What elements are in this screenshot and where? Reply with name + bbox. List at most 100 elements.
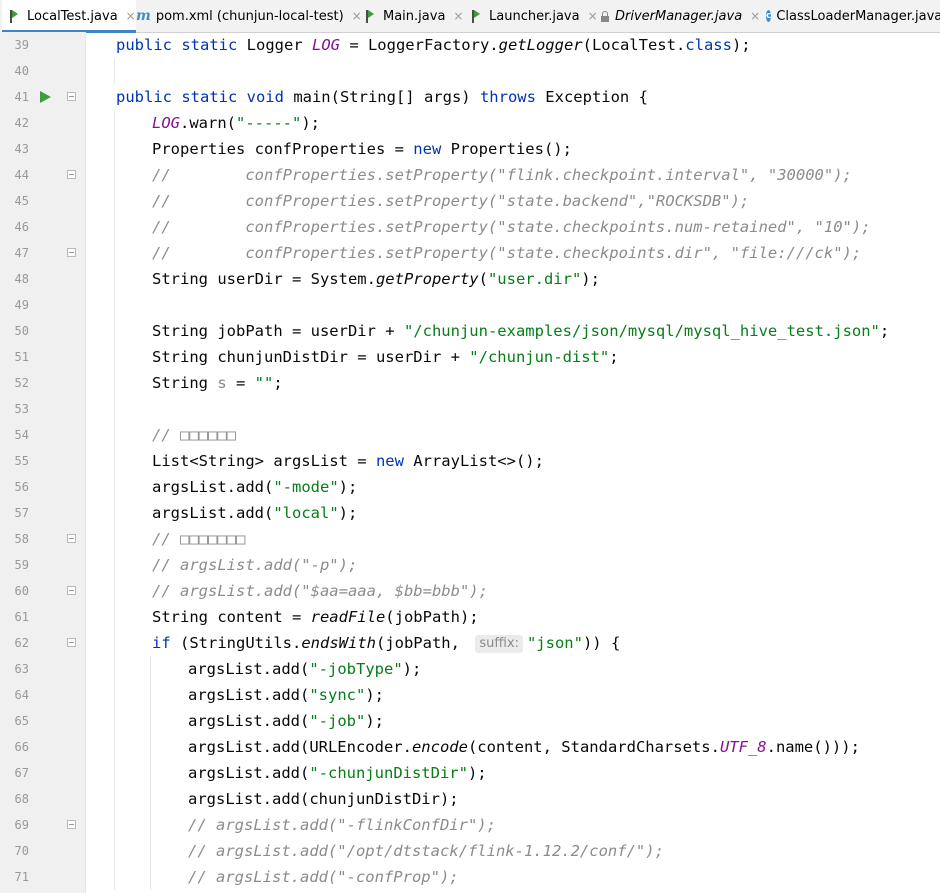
line-number: 64 — [14, 688, 29, 702]
code-text: // argsList.add("$aa=aaa, $bb=bbb"); — [152, 578, 488, 604]
code-text: String jobPath = userDir + "/chunjun-exa… — [152, 318, 889, 344]
code-token: main(String[] args) — [293, 88, 480, 106]
code-line[interactable]: 63 argsList.add("-jobType"); — [0, 656, 940, 682]
code-line[interactable]: 45 // confProperties.setProperty("state.b… — [0, 188, 940, 214]
code-token: // confProperties.setProperty("state.che… — [152, 244, 862, 262]
code-line[interactable]: 44 // confProperties.setProperty("flink.c… — [0, 162, 940, 188]
code-token: LOG — [152, 114, 180, 132]
code-line[interactable]: 48 String userDir = System.getProperty("u… — [0, 266, 940, 292]
code-line[interactable]: 47 // confProperties.setProperty("state.c… — [0, 240, 940, 266]
code-token: ); — [581, 270, 600, 288]
code-line[interactable]: 68 argsList.add(chunjunDistDir); — [0, 786, 940, 812]
indent-guide — [114, 682, 115, 708]
indent-guide — [114, 812, 115, 838]
close-tab-icon[interactable]: × — [453, 9, 463, 23]
code-line[interactable]: 60 // argsList.add("$aa=aaa, $bb=bbb"); — [0, 578, 940, 604]
code-token: ; — [609, 348, 619, 366]
line-number: 61 — [14, 610, 29, 624]
line-number: 59 — [14, 558, 29, 572]
code-line[interactable]: 69 // argsList.add("-flinkConfDir"); — [0, 812, 940, 838]
fold-icon[interactable] — [67, 638, 76, 647]
code-text: // confProperties.setProperty("state.bac… — [152, 188, 749, 214]
tab-launcher-java[interactable]: Launcher.java × — [464, 0, 600, 32]
line-number: 39 — [14, 38, 29, 52]
line-number: 57 — [14, 506, 29, 520]
code-token: Properties(); — [450, 140, 572, 158]
code-line[interactable]: 58 // □□□□□□□ — [0, 526, 940, 552]
java-class-icon — [10, 9, 22, 23]
indent-guide — [150, 786, 151, 812]
run-icon[interactable] — [40, 91, 51, 103]
tab-main-java[interactable]: Main.java × — [358, 0, 472, 32]
code-token: (LocalTest. — [582, 36, 686, 54]
indent-guide — [114, 552, 115, 578]
code-token: LOG — [311, 36, 340, 54]
code-line[interactable]: 55 List<String> argsList = new ArrayList<… — [0, 448, 940, 474]
code-token: ); — [365, 686, 384, 704]
indent-guide — [150, 734, 151, 760]
fold-icon[interactable] — [67, 820, 76, 829]
code-token: (StringUtils. — [180, 634, 302, 652]
line-number: 42 — [14, 116, 29, 130]
code-line[interactable]: 61 String content = readFile(jobPath); — [0, 604, 940, 630]
code-token: encode — [411, 738, 468, 756]
code-line[interactable]: 66 argsList.add(URLEncoder.encode(content… — [0, 734, 940, 760]
tab-label: pom.xml (chunjun-local-test) — [155, 8, 344, 24]
code-line[interactable]: 53 — [0, 396, 940, 422]
code-line[interactable]: 62 if (StringUtils.endsWith(jobPath, suff… — [0, 630, 940, 656]
fold-icon[interactable] — [67, 92, 76, 101]
indent-guide — [114, 630, 115, 656]
code-line[interactable]: 57 argsList.add("local"); — [0, 500, 940, 526]
java-class-icon — [472, 9, 484, 23]
code-line[interactable]: 51 String chunjunDistDir = userDir + "/ch… — [0, 344, 940, 370]
maven-icon: m — [136, 8, 151, 24]
code-line[interactable]: 46 // confProperties.setProperty("state.c… — [0, 214, 940, 240]
code-text: argsList.add("-mode"); — [152, 474, 357, 500]
code-line[interactable]: 42 LOG.warn("-----"); — [0, 110, 940, 136]
tab-localtest-java[interactable]: LocalTest.java × — [2, 0, 136, 33]
fold-icon[interactable] — [67, 534, 76, 543]
tab-pom-xml-chunjun-local-test[interactable]: m pom.xml (chunjun-local-test) × — [128, 0, 366, 32]
tab-label: Launcher.java — [489, 8, 580, 24]
code-line[interactable]: 71 // argsList.add("-confProp"); — [0, 864, 940, 890]
code-line[interactable]: 40 — [0, 58, 940, 84]
code-token: // argsList.add("-flinkConfDir"); — [188, 816, 496, 834]
code-text: argsList.add(chunjunDistDir); — [188, 786, 459, 812]
code-token: ); — [338, 478, 358, 496]
code-line[interactable]: 54 // □□□□□□ — [0, 422, 940, 448]
code-line[interactable]: 64 argsList.add("sync"); — [0, 682, 940, 708]
indent-guide — [114, 318, 115, 344]
code-line[interactable]: 49 — [0, 292, 940, 318]
indent-guide — [114, 500, 115, 526]
code-token: throws — [479, 88, 546, 106]
code-line[interactable]: 52 String s = ""; — [0, 370, 940, 396]
code-line[interactable]: 41 public static void main(String[] args)… — [0, 84, 940, 110]
code-line[interactable]: 50 String jobPath = userDir + "/chunjun-e… — [0, 318, 940, 344]
code-text: // confProperties.setProperty("flink.che… — [152, 162, 852, 188]
line-number: 41 — [14, 90, 29, 104]
fold-icon[interactable] — [67, 248, 76, 257]
code-token: "-chunjunDistDir" — [309, 764, 468, 782]
fold-icon[interactable] — [67, 586, 76, 595]
code-line[interactable]: 56 argsList.add("-mode"); — [0, 474, 940, 500]
tab-classloadermanager-java[interactable]: c ClassLoaderManager.java — [758, 0, 940, 32]
code-line[interactable]: 70 // argsList.add("/opt/dtstack/flink-1.… — [0, 838, 940, 864]
code-token: = — [226, 374, 255, 392]
code-token: endsWith — [301, 634, 376, 652]
code-token: String userDir = System. — [152, 270, 376, 288]
code-line[interactable]: 59 // argsList.add("-p"); — [0, 552, 940, 578]
tab-drivermanager-java[interactable]: DriverManager.java × — [592, 0, 766, 32]
fold-icon[interactable] — [67, 170, 76, 179]
code-line[interactable]: 67 argsList.add("-chunjunDistDir"); — [0, 760, 940, 786]
code-token: ); — [467, 764, 487, 782]
code-line[interactable]: 43 Properties confProperties = new Proper… — [0, 136, 940, 162]
code-line[interactable]: 65 argsList.add("-job"); — [0, 708, 940, 734]
code-editor[interactable]: 39 public static Logger LOG = LoggerFacto… — [0, 32, 940, 893]
code-text: argsList.add(URLEncoder.encode(content, … — [188, 734, 860, 760]
code-token: // argsList.add("-p"); — [152, 556, 358, 574]
code-token: "-----" — [236, 114, 302, 132]
indent-guide — [114, 864, 115, 890]
code-token: // confProperties.setProperty("flink.che… — [152, 166, 852, 184]
code-token: ; — [273, 374, 283, 392]
code-line[interactable]: 39 public static Logger LOG = LoggerFacto… — [0, 32, 940, 58]
